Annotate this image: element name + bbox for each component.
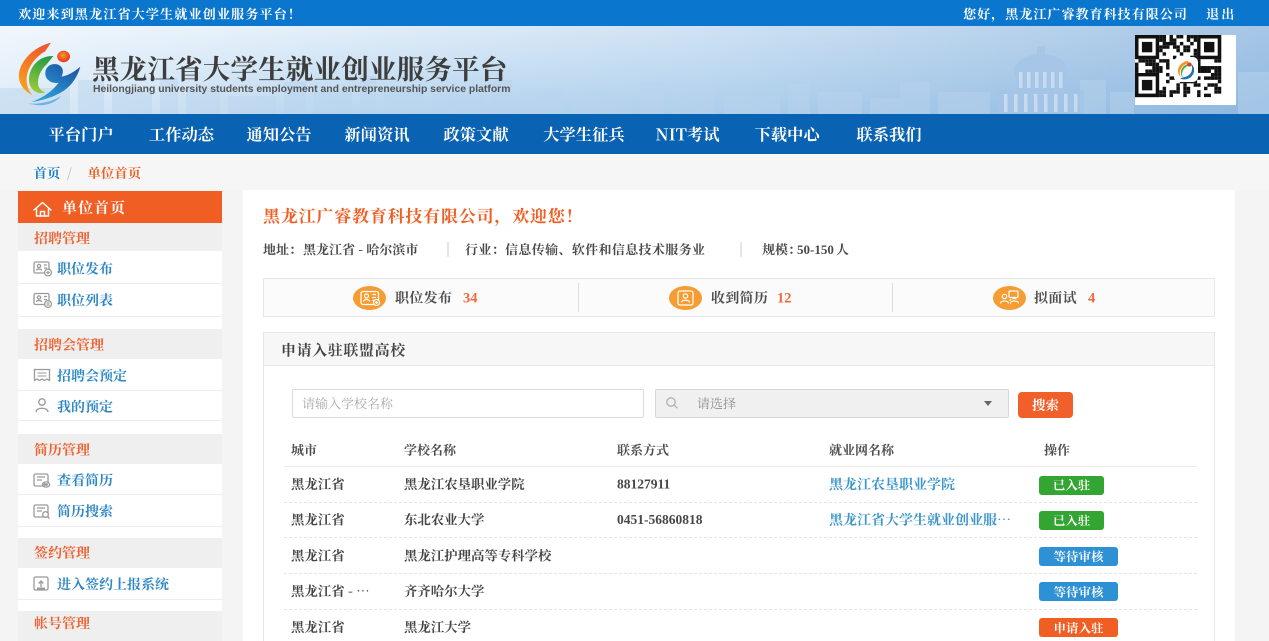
svg-text:4: 4 bbox=[1088, 291, 1095, 307]
svg-text:50-150: 50-150 bbox=[797, 242, 834, 257]
svg-text:0451-56860818: 0451-56860818 bbox=[617, 512, 703, 527]
svg-text:Heilongjiang university studen: Heilongjiang university students employm… bbox=[93, 84, 510, 95]
svg-text:12: 12 bbox=[777, 291, 792, 307]
svg-text:88127911: 88127911 bbox=[617, 477, 671, 492]
svg-text:34: 34 bbox=[463, 291, 478, 307]
